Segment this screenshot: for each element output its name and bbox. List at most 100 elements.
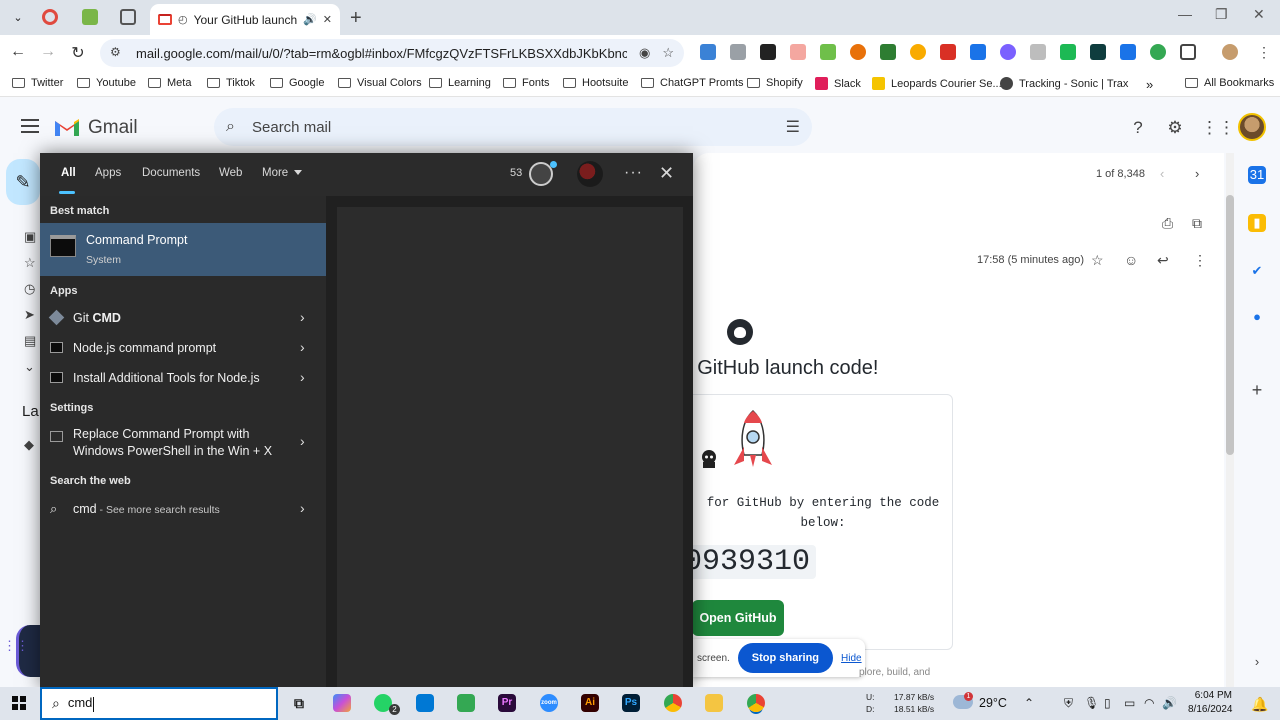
- best-match-command-prompt[interactable]: Command Prompt System: [40, 223, 326, 276]
- temperature[interactable]: 29°C: [979, 696, 1007, 710]
- sent-icon[interactable]: ➤: [24, 307, 38, 322]
- search-mail-input[interactable]: ⌕ Search mail ☰: [214, 108, 812, 146]
- new-tab-button[interactable]: +: [350, 7, 362, 30]
- bookmark-tiktok[interactable]: Tiktok: [207, 77, 255, 89]
- account-avatar[interactable]: [1238, 113, 1266, 141]
- close-tab-icon[interactable]: ✕: [323, 13, 332, 26]
- chrome-icon[interactable]: [664, 694, 682, 712]
- chevron-right-icon[interactable]: ›: [300, 339, 305, 355]
- newer-arrow-icon[interactable]: ‹: [1160, 166, 1164, 181]
- cart-extension-icon[interactable]: [820, 44, 836, 60]
- address-bar[interactable]: ⚙ mail.google.com/mail/u/0/?tab=rm&ogbl#…: [100, 39, 684, 67]
- extension-icon[interactable]: [850, 44, 866, 60]
- volume-icon[interactable]: 🔊: [1162, 696, 1177, 710]
- pinned-tab-shopify-icon[interactable]: [82, 9, 98, 25]
- extension-icon[interactable]: [790, 44, 806, 60]
- browser-menu-icon[interactable]: ⋮: [1256, 44, 1272, 60]
- notification-bell-icon[interactable]: 🔔: [1251, 696, 1268, 713]
- bookmark-star-icon[interactable]: ☆: [662, 45, 674, 61]
- bookmark-leopards[interactable]: Leopards Courier Se...: [872, 77, 1002, 90]
- contacts-icon[interactable]: ●: [1248, 308, 1266, 326]
- tab-search-icon[interactable]: ⌄: [8, 7, 28, 27]
- inbox-icon[interactable]: ▣: [24, 229, 38, 244]
- email-scrollbar-thumb[interactable]: [1226, 195, 1234, 455]
- tab-web[interactable]: Web: [219, 167, 242, 179]
- all-bookmarks[interactable]: All Bookmarks: [1185, 77, 1274, 89]
- widget-handle-icon[interactable]: ⋮⋮: [3, 638, 29, 654]
- add-addon-icon[interactable]: +: [1248, 381, 1266, 399]
- extension-icon[interactable]: [1030, 44, 1046, 60]
- google-meet-icon[interactable]: [457, 694, 475, 712]
- extension-icon[interactable]: [940, 44, 956, 60]
- snoozed-icon[interactable]: ◷: [24, 281, 38, 296]
- bookmark-hootsuite[interactable]: Hootsuite: [563, 77, 628, 89]
- older-arrow-icon[interactable]: ›: [1195, 166, 1199, 181]
- microphone-icon[interactable]: 🎙: [1084, 696, 1099, 710]
- camera-extension-icon[interactable]: [730, 44, 746, 60]
- pinned-tab-record-icon[interactable]: [42, 9, 58, 25]
- start-button[interactable]: [12, 696, 26, 710]
- bookmark-fonts[interactable]: Fonts: [503, 77, 550, 89]
- tab-all[interactable]: All: [61, 167, 76, 179]
- forward-button[interactable]: →: [38, 43, 58, 61]
- bookmark-youtube[interactable]: Youtube: [77, 77, 136, 89]
- more-options-button[interactable]: ···: [624, 164, 643, 182]
- label-tag-icon[interactable]: ◆: [24, 437, 38, 452]
- close-search-button[interactable]: ✕: [659, 163, 674, 184]
- maximize-button[interactable]: ❐: [1215, 6, 1228, 23]
- reply-icon[interactable]: ↩: [1157, 252, 1169, 269]
- stop-sharing-button[interactable]: Stop sharing: [737, 643, 834, 673]
- minimize-button[interactable]: —: [1178, 6, 1192, 22]
- more-chevron-icon[interactable]: ⌄: [24, 359, 38, 374]
- bookmark-google[interactable]: Google: [270, 77, 324, 89]
- dropper-extension-icon[interactable]: [760, 44, 776, 60]
- close-window-button[interactable]: ✕: [1253, 6, 1265, 23]
- bookmark-meta[interactable]: Meta: [148, 77, 191, 89]
- extensions-puzzle-icon[interactable]: [1180, 44, 1196, 60]
- bookmarks-overflow-button[interactable]: »: [1146, 77, 1153, 92]
- open-github-button[interactable]: Open GitHub: [693, 600, 784, 636]
- extension-icon[interactable]: [1120, 44, 1136, 60]
- bookmark-chatgpt-promts[interactable]: ChatGPT Promts: [641, 77, 744, 89]
- battery-icon[interactable]: ▭: [1124, 696, 1135, 710]
- security-shield-icon[interactable]: ⛨: [1064, 696, 1073, 711]
- bookmark-twitter[interactable]: Twitter: [12, 77, 63, 89]
- keep-icon[interactable]: ▮: [1248, 214, 1266, 232]
- wifi-icon[interactable]: ◠: [1144, 696, 1154, 710]
- extension-icon[interactable]: [1090, 44, 1106, 60]
- bookmark-tracking-sonic[interactable]: Tracking - Sonic | Trax: [1000, 77, 1128, 90]
- url-text[interactable]: mail.google.com/mail/u/0/?tab=rm&ogbl#in…: [136, 46, 627, 61]
- chevron-right-icon[interactable]: ›: [300, 433, 305, 449]
- emoji-react-icon[interactable]: ☺: [1124, 252, 1138, 268]
- result-nodejs-command-prompt[interactable]: Node.js command prompt ›: [40, 333, 326, 363]
- illustrator-icon[interactable]: Ai: [581, 694, 599, 712]
- main-menu-icon[interactable]: [21, 119, 39, 137]
- vscode-icon[interactable]: [416, 694, 434, 712]
- starred-icon[interactable]: ☆: [24, 255, 38, 270]
- bookmark-slack[interactable]: Slack: [815, 77, 861, 90]
- compose-button[interactable]: ✎: [6, 159, 40, 205]
- chevron-right-icon[interactable]: ›: [300, 309, 305, 325]
- expand-panel-icon[interactable]: ›: [1248, 653, 1266, 671]
- extension-icon[interactable]: [880, 44, 896, 60]
- premiere-icon[interactable]: Pr: [498, 694, 516, 712]
- bookmark-learning[interactable]: Learning: [429, 77, 491, 89]
- tab-more[interactable]: More: [262, 167, 303, 179]
- search-extension-icon[interactable]: [970, 44, 986, 60]
- chevron-right-icon[interactable]: ›: [300, 500, 305, 516]
- bookmark-visual-colors[interactable]: Visual Colors: [338, 77, 422, 89]
- more-options-icon[interactable]: ⋮: [1193, 252, 1207, 269]
- search-options-icon[interactable]: ☰: [786, 117, 800, 137]
- result-install-node-tools[interactable]: Install Additional Tools for Node.js ›: [40, 363, 326, 393]
- result-git-cmd[interactable]: Git CMD ›: [40, 303, 326, 333]
- star-icon[interactable]: ☆: [1091, 252, 1104, 269]
- clock[interactable]: 6:04 PM 8/16/2024: [1188, 689, 1233, 717]
- settings-gear-icon[interactable]: ⚙: [1165, 118, 1185, 138]
- profile-avatar-icon[interactable]: [1222, 44, 1238, 60]
- result-replace-command-prompt[interactable]: Replace Command Prompt with Windows Powe…: [40, 422, 326, 462]
- reload-button[interactable]: ↻: [68, 43, 88, 63]
- open-new-window-icon[interactable]: ⧉: [1192, 215, 1202, 232]
- chevron-right-icon[interactable]: ›: [300, 369, 305, 385]
- tasks-icon[interactable]: ✔: [1248, 262, 1266, 280]
- back-button[interactable]: ←: [8, 43, 28, 61]
